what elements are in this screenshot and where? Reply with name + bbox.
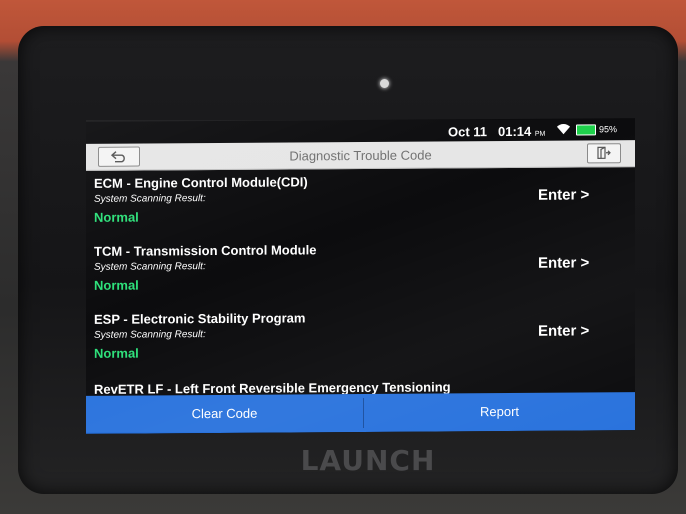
module-scan-label: System Scanning Result: xyxy=(94,193,206,205)
module-status: Normal xyxy=(94,209,139,225)
wifi-icon xyxy=(556,124,571,135)
module-list: ECM - Engine Control Module(CDI) System … xyxy=(86,166,635,396)
status-ampm: PM xyxy=(534,130,546,138)
enter-button[interactable]: Enter > xyxy=(538,186,589,203)
module-scan-label: System Scanning Result: xyxy=(94,261,206,273)
module-row-tcm[interactable]: TCM - Transmission Control Module System… xyxy=(86,234,635,306)
device-screen: Oct 11 01:14 PM 95% Diagnostic Trouble C… xyxy=(86,118,635,434)
module-name: ESP - Electronic Stability Program xyxy=(94,310,306,327)
report-button[interactable]: Report xyxy=(364,392,635,432)
action-bar: Clear Code Report xyxy=(86,392,635,434)
status-date: Oct 11 xyxy=(448,124,488,140)
module-row-ecm[interactable]: ECM - Engine Control Module(CDI) System … xyxy=(86,166,635,238)
enter-button[interactable]: Enter > xyxy=(538,254,589,271)
device-brand-logo: LAUNCH xyxy=(300,444,436,477)
module-name: TCM - Transmission Control Module xyxy=(94,242,317,259)
enter-button[interactable]: Enter > xyxy=(538,322,589,339)
battery-icon xyxy=(576,124,596,136)
module-row-esp[interactable]: ESP - Electronic Stability Program Syste… xyxy=(86,302,635,374)
exit-button[interactable] xyxy=(587,143,621,164)
status-time: 01:14 PM xyxy=(498,124,545,139)
module-status: Normal xyxy=(94,345,139,361)
camera-light xyxy=(380,79,389,88)
module-name: ECM - Engine Control Module(CDI) xyxy=(94,174,308,191)
battery-percent: 95% xyxy=(599,124,618,135)
clear-code-button[interactable]: Clear Code xyxy=(86,394,363,434)
module-scan-label: System Scanning Result: xyxy=(94,329,206,341)
status-time-value: 01:14 xyxy=(498,123,532,140)
page-title: Diagnostic Trouble Code xyxy=(289,147,432,164)
module-status: Normal xyxy=(94,277,139,293)
exit-door-icon xyxy=(597,146,611,159)
